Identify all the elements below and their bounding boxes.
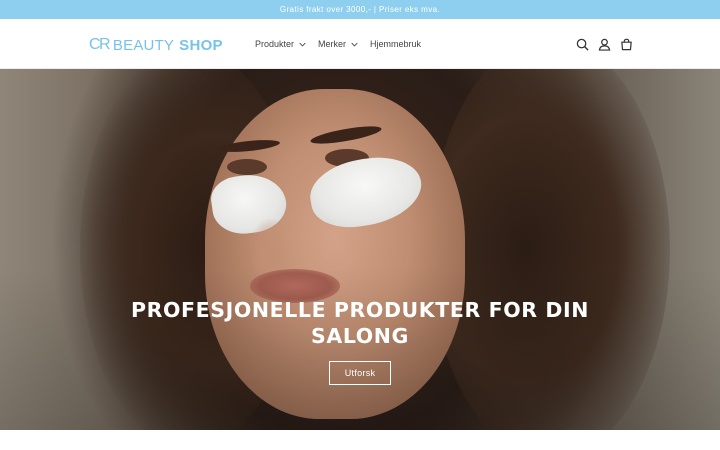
account-button[interactable] <box>596 36 612 52</box>
nav-item-merker[interactable]: Merker <box>318 39 358 49</box>
search-icon <box>576 38 589 51</box>
chevron-down-icon <box>299 42 306 47</box>
header-icons <box>574 36 640 52</box>
search-button[interactable] <box>574 36 590 52</box>
logo-word-beauty: BEAUTY <box>112 36 175 54</box>
nav-item-hjemmebruk[interactable]: Hjemmebruk <box>370 39 421 49</box>
site-header: CR BEAUTY SHOP Produkter Merker Hjemmebr… <box>0 19 720 69</box>
announcement-text: Gratis frakt over 3000,- | Priser eks mv… <box>279 5 441 14</box>
chevron-down-icon <box>351 42 358 47</box>
nav-item-label: Hjemmebruk <box>370 39 422 49</box>
account-icon <box>598 38 610 51</box>
explore-button[interactable]: Utforsk <box>329 361 391 385</box>
main-nav: Produkter Merker Hjemmebruk <box>255 19 433 69</box>
announcement-bar: Gratis frakt over 3000,- | Priser eks mv… <box>0 0 720 19</box>
nav-item-label: Merker <box>318 39 347 49</box>
cart-icon <box>620 38 632 50</box>
hero-banner: PROFESJONELLE PRODUKTER FOR DIN SALONG U… <box>0 69 720 430</box>
nav-item-label: Produkter <box>255 39 295 49</box>
hero-title: PROFESJONELLE PRODUKTER FOR DIN SALONG <box>131 298 589 348</box>
site-logo[interactable]: CR BEAUTY SHOP <box>89 36 223 54</box>
cart-button[interactable] <box>618 36 634 52</box>
nav-item-produkter[interactable]: Produkter <box>255 39 306 49</box>
logo-word-shop: SHOP <box>179 36 223 54</box>
logo-mark: CR <box>89 36 111 53</box>
